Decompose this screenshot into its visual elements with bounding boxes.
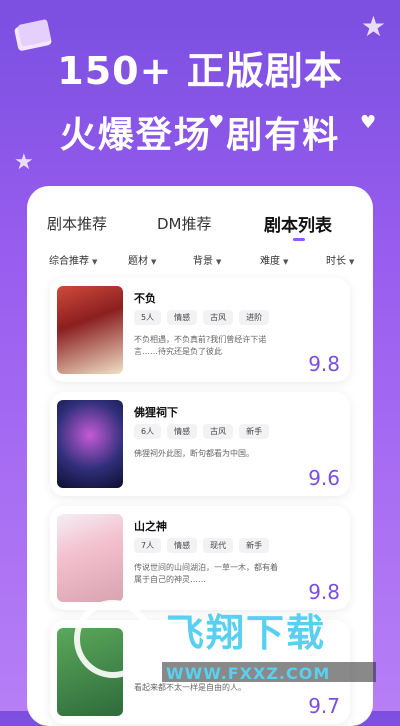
tag: 古风 bbox=[203, 310, 234, 325]
chevron-down-icon: ▼ bbox=[283, 258, 289, 266]
tag: 新手 bbox=[239, 424, 270, 439]
tag: 5人 bbox=[134, 310, 162, 325]
tag: 现代 bbox=[203, 538, 234, 553]
script-cover-image bbox=[57, 286, 123, 374]
script-title: 不负 bbox=[134, 292, 156, 305]
chevron-down-icon: ▼ bbox=[349, 258, 355, 266]
script-score: 9.7 bbox=[308, 694, 340, 718]
active-tab-indicator bbox=[293, 238, 305, 241]
script-tags: 6人 情感 古风 新手 bbox=[134, 424, 270, 439]
tab-recommended[interactable]: 剧本推荐 bbox=[47, 213, 107, 234]
tag: 6人 bbox=[134, 424, 162, 439]
watermark-text: 飞翔下载 bbox=[166, 611, 327, 655]
filter-background[interactable]: 背景 ▼ bbox=[193, 252, 221, 267]
filter-sort[interactable]: 综合推荐 ▼ bbox=[49, 252, 97, 267]
script-item[interactable]: 不负 5人 情感 古风 进阶 不负相遇，不负真前?我们曾经许下诺言……待究还是负… bbox=[50, 278, 350, 382]
tag: 情感 bbox=[167, 538, 198, 553]
script-description: 不负相遇，不负真前?我们曾经许下诺言……待究还是负了彼此 bbox=[134, 335, 267, 356]
tag: 进阶 bbox=[239, 310, 270, 325]
watermark-logo-icon bbox=[74, 600, 152, 678]
script-score: 9.8 bbox=[308, 352, 340, 376]
filter-theme[interactable]: 题材 ▼ bbox=[128, 252, 156, 267]
watermark-url: WWW.FXXZ.COM bbox=[166, 664, 331, 683]
tab-bar: 剧本推荐 DM推荐 剧本列表 bbox=[27, 186, 373, 246]
tag: 情感 bbox=[167, 310, 198, 325]
watermark: 飞翔下载 WWW.FXXZ.COM bbox=[66, 590, 382, 690]
script-description: 佛狸祠外此图，断句都看为中国。 bbox=[134, 449, 254, 458]
script-cover-image bbox=[57, 514, 123, 602]
tag: 7人 bbox=[134, 538, 162, 553]
chevron-down-icon: ▼ bbox=[92, 258, 98, 266]
script-cover-image bbox=[57, 400, 123, 488]
script-score: 9.6 bbox=[308, 466, 340, 490]
script-tags: 7人 情感 现代 新手 bbox=[134, 538, 270, 553]
filter-duration[interactable]: 时长 ▼ bbox=[326, 252, 354, 267]
script-title: 山之神 bbox=[134, 520, 167, 533]
star-icon: ★ bbox=[360, 10, 386, 43]
script-description: 传说世间的山间湖泊，一草一木，都有着属于自己的神灵…… bbox=[134, 563, 278, 584]
tag: 古风 bbox=[203, 424, 234, 439]
tag: 新手 bbox=[239, 538, 270, 553]
headline-line2: 火爆登场 剧有料 bbox=[59, 115, 341, 156]
script-item[interactable]: 佛狸祠下 6人 情感 古风 新手 佛狸祠外此图，断句都看为中国。 9.6 bbox=[50, 392, 350, 496]
headline-line1: 150+ 正版剧本 bbox=[57, 49, 343, 93]
chevron-down-icon: ▼ bbox=[151, 258, 157, 266]
filter-bar: 综合推荐 ▼ 题材 ▼ 背景 ▼ 难度 ▼ 时长 ▼ bbox=[27, 252, 373, 272]
tab-script-list[interactable]: 剧本列表 bbox=[264, 211, 332, 236]
script-tags: 5人 情感 古风 进阶 bbox=[134, 310, 270, 325]
filter-difficulty[interactable]: 难度 ▼ bbox=[260, 252, 288, 267]
chevron-down-icon: ▼ bbox=[216, 258, 222, 266]
tag: 情感 bbox=[167, 424, 198, 439]
tab-dm-recommended[interactable]: DM推荐 bbox=[157, 213, 212, 234]
script-title: 佛狸祠下 bbox=[134, 406, 178, 419]
